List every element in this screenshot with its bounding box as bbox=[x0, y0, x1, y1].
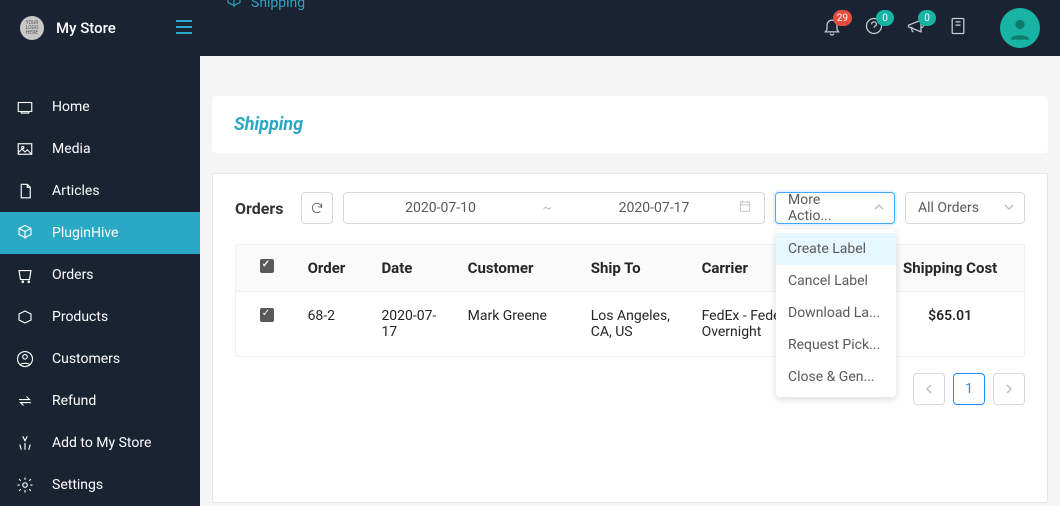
menu-item-cancel-label[interactable]: Cancel Label bbox=[776, 265, 896, 297]
cell-date: 2020-07-17 bbox=[371, 292, 457, 357]
col-date: Date bbox=[371, 245, 457, 292]
page-title: Shipping bbox=[234, 114, 1026, 135]
menu-item-create-label[interactable]: Create Label bbox=[776, 233, 896, 265]
notifications-bell[interactable]: 29 bbox=[822, 16, 842, 40]
announce-badge: 0 bbox=[918, 10, 936, 26]
sidebar-item-refund[interactable]: Refund bbox=[0, 380, 200, 422]
main: Shipping Orders 2020-07-10 ~ 2020-07-17 … bbox=[200, 56, 1060, 506]
page-next[interactable] bbox=[993, 373, 1025, 405]
sidebar-item-label: Products bbox=[52, 309, 108, 325]
more-actions-menu: Create Label Cancel Label Download La...… bbox=[776, 229, 896, 397]
brand-logo: YOUR LOGO HERE bbox=[20, 16, 44, 40]
breadcrumb[interactable]: Shipping bbox=[225, 0, 305, 14]
page-1[interactable]: 1 bbox=[953, 373, 985, 405]
refresh-button[interactable] bbox=[301, 192, 333, 224]
orders-card: Orders 2020-07-10 ~ 2020-07-17 More Acti… bbox=[212, 173, 1048, 503]
sidebar-item-label: Settings bbox=[52, 477, 103, 493]
docs-icon[interactable] bbox=[948, 16, 968, 40]
more-actions-dropdown[interactable]: More Actio... Create Label Cancel Label … bbox=[775, 192, 895, 224]
sidebar-item-label: Add to My Store bbox=[52, 435, 151, 451]
sidebar-item-label: Refund bbox=[52, 393, 96, 409]
sidebar-item-label: Articles bbox=[52, 183, 100, 199]
cell-order: 68-2 bbox=[298, 292, 372, 357]
announcements-icon[interactable]: 0 bbox=[906, 16, 926, 40]
more-actions-label: More Actio... bbox=[788, 192, 866, 224]
table-row[interactable]: 68-2 2020-07-17 Mark Greene Los Angeles,… bbox=[236, 292, 1024, 357]
hamburger-icon[interactable] bbox=[176, 19, 192, 38]
sidebar-item-home[interactable]: Home bbox=[0, 86, 200, 128]
orders-table-wrap: Order Date Customer Ship To Carrier Ship… bbox=[235, 244, 1025, 357]
help-badge: 0 bbox=[876, 10, 894, 26]
store-name: My Store bbox=[56, 19, 116, 37]
sidebar-item-media[interactable]: Media bbox=[0, 128, 200, 170]
all-orders-label: All Orders bbox=[918, 200, 979, 216]
cell-cost: $65.01 bbox=[876, 292, 1024, 357]
sidebar-item-customers[interactable]: Customers bbox=[0, 338, 200, 380]
all-orders-dropdown[interactable]: All Orders bbox=[905, 192, 1025, 224]
shipping-icon bbox=[225, 0, 243, 14]
sidebar-item-products[interactable]: Products bbox=[0, 296, 200, 338]
avatar[interactable] bbox=[1000, 8, 1040, 48]
sidebar-item-addtostore[interactable]: Add to My Store bbox=[0, 422, 200, 464]
sidebar-item-label: PluginHive bbox=[52, 225, 118, 241]
help-icon[interactable]: 0 bbox=[864, 16, 884, 40]
chevron-up-icon bbox=[874, 202, 884, 215]
sidebar-item-pluginhive[interactable]: PluginHive bbox=[0, 212, 200, 254]
col-cost: Shipping Cost bbox=[876, 245, 1024, 292]
sidebar-item-label: Home bbox=[52, 99, 90, 115]
sidebar-item-orders[interactable]: Orders bbox=[0, 254, 200, 296]
sidebar-item-label: Orders bbox=[52, 267, 94, 283]
chevron-down-icon bbox=[1004, 202, 1014, 215]
sidebar-item-articles[interactable]: Articles bbox=[0, 170, 200, 212]
date-sep: ~ bbox=[542, 200, 552, 216]
select-all-checkbox[interactable] bbox=[260, 259, 274, 273]
orders-title: Orders bbox=[235, 199, 283, 218]
date-from: 2020-07-10 bbox=[356, 200, 524, 216]
breadcrumb-label: Shipping bbox=[251, 0, 305, 11]
topbar: YOUR LOGO HERE My Store Shipping 29 0 0 bbox=[0, 0, 1060, 56]
sidebar-item-label: Media bbox=[52, 141, 91, 157]
date-to: 2020-07-17 bbox=[570, 200, 738, 216]
col-shipto: Ship To bbox=[581, 245, 692, 292]
orders-table: Order Date Customer Ship To Carrier Ship… bbox=[236, 245, 1024, 356]
bell-badge: 29 bbox=[833, 10, 852, 26]
col-customer: Customer bbox=[458, 245, 581, 292]
calendar-icon bbox=[738, 199, 752, 217]
row-checkbox[interactable] bbox=[260, 308, 274, 322]
menu-item-request-pickup[interactable]: Request Pick... bbox=[776, 329, 896, 361]
cell-customer: Mark Greene bbox=[458, 292, 581, 357]
orders-toolbar: Orders 2020-07-10 ~ 2020-07-17 More Acti… bbox=[235, 192, 1025, 224]
menu-item-close-generate[interactable]: Close & Gen... bbox=[776, 361, 896, 393]
menu-item-download-label[interactable]: Download La... bbox=[776, 297, 896, 329]
pagination: 1 bbox=[235, 373, 1025, 405]
sidebar-item-settings[interactable]: Settings bbox=[0, 464, 200, 506]
topbar-right: 29 0 0 bbox=[822, 8, 1040, 48]
col-order: Order bbox=[298, 245, 372, 292]
cell-shipto: Los Angeles, CA, US bbox=[581, 292, 692, 357]
sidebar: Home Media Articles PluginHive Orders Pr… bbox=[0, 56, 200, 506]
page-prev[interactable] bbox=[913, 373, 945, 405]
sidebar-item-label: Customers bbox=[52, 351, 120, 367]
page-title-card: Shipping bbox=[212, 96, 1048, 153]
date-range-picker[interactable]: 2020-07-10 ~ 2020-07-17 bbox=[343, 192, 765, 224]
